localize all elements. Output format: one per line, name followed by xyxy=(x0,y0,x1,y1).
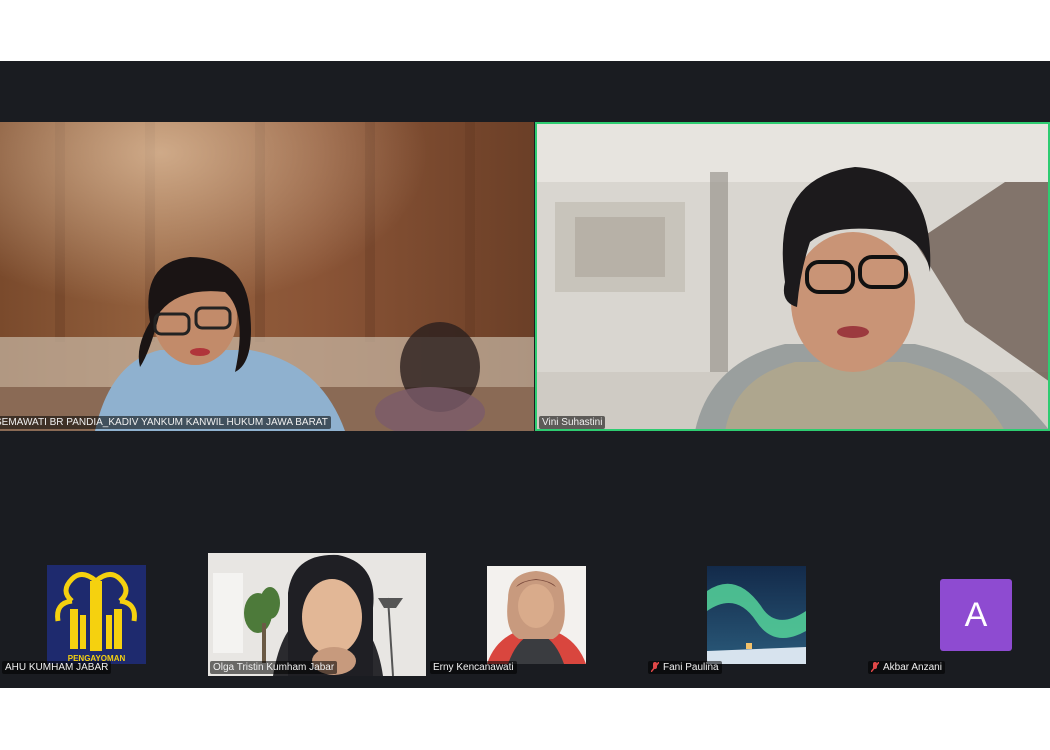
participant-name-label: AHU KUMHAM JABAR xyxy=(2,661,112,674)
participant-name-label: Fani Paulina xyxy=(648,661,722,674)
mic-muted-icon xyxy=(651,662,659,672)
video-tile-strip-1[interactable]: PENGAYOMAN AHU KUMHAM JABAR xyxy=(0,551,200,676)
avatar: A xyxy=(940,579,1012,651)
video-tile-main-1[interactable]: SEMAWATI BR PANDIA_KADIV YANKUM KANWIL H… xyxy=(0,122,534,431)
meeting-gallery: SEMAWATI BR PANDIA_KADIV YANKUM KANWIL H… xyxy=(0,61,1050,688)
video-tile-strip-2[interactable]: Olga Tristin Kumham Jabar xyxy=(208,553,426,676)
profile-photo xyxy=(707,566,806,664)
video-tile-main-2[interactable]: Vini Suhastini xyxy=(535,122,1050,431)
participant-video xyxy=(208,553,426,676)
mic-muted-icon xyxy=(871,662,879,672)
participant-name-label: Vini Suhastini xyxy=(539,416,606,429)
participant-video xyxy=(535,122,1050,431)
video-tile-strip-4[interactable]: Fani Paulina xyxy=(646,551,856,676)
participant-name-label: Akbar Anzani xyxy=(868,661,945,674)
profile-photo xyxy=(487,566,586,664)
participant-video xyxy=(0,122,534,431)
participant-name-label: Olga Tristin Kumham Jabar xyxy=(210,661,338,674)
participant-name-label: SEMAWATI BR PANDIA_KADIV YANKUM KANWIL H… xyxy=(0,416,331,429)
video-tile-strip-3[interactable]: Erny Kencanawati xyxy=(428,551,638,676)
participant-name-label: Erny Kencanawati xyxy=(430,661,517,674)
video-tile-strip-5[interactable]: A Akbar Anzani xyxy=(866,551,1050,676)
